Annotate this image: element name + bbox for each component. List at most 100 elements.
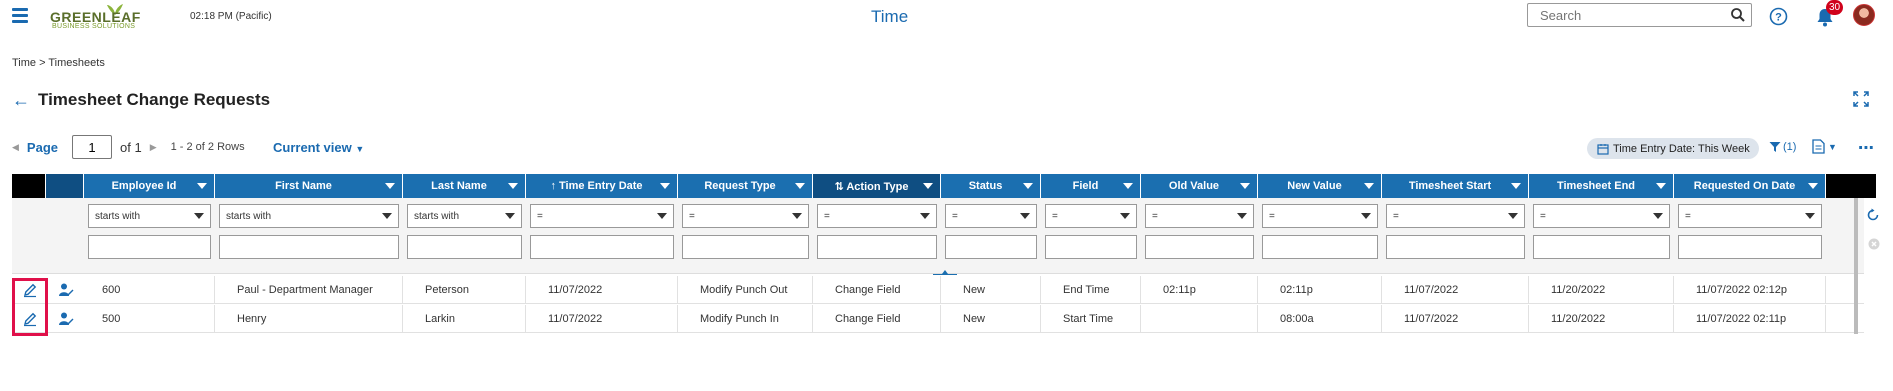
column-menu-icon[interactable] bbox=[1364, 183, 1374, 189]
filter-value-input[interactable] bbox=[682, 235, 809, 259]
page-count: of 1 bbox=[120, 139, 142, 155]
column-menu-icon[interactable] bbox=[508, 183, 518, 189]
filter-value-input[interactable] bbox=[1386, 235, 1525, 259]
column-header[interactable]: First Name bbox=[215, 174, 403, 198]
reset-filters-icon[interactable] bbox=[1866, 208, 1880, 222]
export-menu[interactable]: ▼ bbox=[1812, 139, 1837, 154]
filter-operator-select[interactable]: = bbox=[682, 204, 809, 228]
chevron-down-icon bbox=[382, 213, 392, 219]
column-menu-icon[interactable] bbox=[1023, 183, 1033, 189]
search-icon[interactable] bbox=[1730, 7, 1746, 23]
breadcrumb[interactable]: Time > Timesheets bbox=[12, 57, 105, 69]
current-view-dropdown[interactable]: Current view ▼ bbox=[273, 140, 364, 155]
filter-operator-select[interactable]: = bbox=[1145, 204, 1254, 228]
table-cell: Start Time bbox=[1041, 305, 1141, 333]
clear-filters-icon[interactable] bbox=[1868, 238, 1880, 250]
search-input[interactable] bbox=[1540, 5, 1730, 25]
employee-profile-icon[interactable] bbox=[58, 282, 74, 298]
table-row[interactable]: 600 Paul - Department Manager Peterson 11/0… bbox=[12, 276, 1864, 304]
change-requests-grid: Employee Id First Name Last Name ↑ Time Ent… bbox=[12, 174, 1880, 334]
column-header[interactable]: Employee Id bbox=[84, 174, 215, 198]
column-header[interactable]: New Value bbox=[1258, 174, 1382, 198]
table-cell: Modify Punch In bbox=[678, 305, 813, 333]
filter-value-input[interactable] bbox=[945, 235, 1037, 259]
chevron-down-icon bbox=[1361, 213, 1371, 219]
filter-value-input[interactable] bbox=[219, 235, 399, 259]
column-menu-icon[interactable] bbox=[1511, 183, 1521, 189]
table-cell: 11/20/2022 bbox=[1529, 276, 1674, 304]
table-cell: 600 bbox=[84, 276, 215, 304]
column-header[interactable]: Timesheet End bbox=[1529, 174, 1674, 198]
vertical-scrollbar[interactable] bbox=[1854, 198, 1858, 334]
filter-value-input[interactable] bbox=[1678, 235, 1822, 259]
page-heading: ← Timesheet Change Requests bbox=[12, 89, 270, 111]
column-header-label: Employee Id bbox=[111, 180, 177, 192]
filter-value-input[interactable] bbox=[1145, 235, 1254, 259]
filter-value-input[interactable] bbox=[1045, 235, 1137, 259]
column-menu-icon[interactable] bbox=[385, 183, 395, 189]
filter-value-input[interactable] bbox=[1533, 235, 1670, 259]
pager: ◀ Page of 1 ▶ 1 - 2 of 2 Rows bbox=[12, 135, 245, 159]
filter-value-input[interactable] bbox=[530, 235, 674, 259]
column-header[interactable]: ↑ Time Entry Date bbox=[526, 174, 678, 198]
column-header[interactable]: Field bbox=[1041, 174, 1141, 198]
employee-profile-icon[interactable] bbox=[58, 311, 74, 327]
column-menu-icon[interactable] bbox=[1123, 183, 1133, 189]
filter-value-input[interactable] bbox=[88, 235, 211, 259]
filter-operator-select[interactable]: = bbox=[1045, 204, 1137, 228]
filter-value-input[interactable] bbox=[407, 235, 522, 259]
filter-value-input[interactable] bbox=[1262, 235, 1378, 259]
column-menu-icon[interactable] bbox=[660, 183, 670, 189]
filter-chip[interactable]: Time Entry Date: This Week bbox=[1587, 138, 1759, 159]
column-header[interactable]: ⇅ Action Type bbox=[813, 174, 941, 198]
filter-operator-select[interactable]: = bbox=[817, 204, 937, 228]
fullscreen-icon[interactable] bbox=[1852, 90, 1870, 108]
table-cell: 500 bbox=[84, 305, 215, 333]
scroll-up-indicator[interactable] bbox=[933, 269, 957, 275]
filter-operator-select[interactable]: = bbox=[945, 204, 1037, 228]
more-options-icon[interactable]: ⋯ bbox=[1858, 138, 1875, 158]
filter-operator-label: = bbox=[1540, 210, 1546, 222]
filter-operator-select[interactable]: starts with bbox=[407, 204, 522, 228]
column-header[interactable]: Requested On Date bbox=[1674, 174, 1826, 198]
column-header-label: Timesheet Start bbox=[1408, 180, 1492, 192]
page-number-input[interactable] bbox=[72, 135, 112, 159]
filter-operator-label: = bbox=[1393, 210, 1399, 222]
filter-operator-select[interactable]: = bbox=[1533, 204, 1670, 228]
filter-operator-select[interactable]: = bbox=[1262, 204, 1378, 228]
table-row[interactable]: 500 Henry Larkin 11/07/2022 Modify Punch In C… bbox=[12, 305, 1864, 333]
chevron-down-icon bbox=[1653, 213, 1663, 219]
filter-operator-select[interactable]: starts with bbox=[88, 204, 211, 228]
back-arrow-icon[interactable]: ← bbox=[12, 90, 30, 111]
filter-operator-select[interactable]: = bbox=[530, 204, 674, 228]
filter-operator-select[interactable]: = bbox=[1386, 204, 1525, 228]
column-header[interactable]: Timesheet Start bbox=[1382, 174, 1529, 198]
column-header[interactable]: Last Name bbox=[403, 174, 526, 198]
column-menu-icon[interactable] bbox=[795, 183, 805, 189]
svg-text:?: ? bbox=[1775, 12, 1782, 24]
column-menu-icon[interactable] bbox=[1808, 183, 1818, 189]
column-menu-icon[interactable] bbox=[197, 183, 207, 189]
search-box[interactable] bbox=[1527, 3, 1752, 27]
column-menu-icon[interactable] bbox=[1656, 183, 1666, 189]
table-cell: Larkin bbox=[403, 305, 526, 333]
column-menu-icon[interactable] bbox=[923, 183, 933, 189]
filter-value-input[interactable] bbox=[817, 235, 937, 259]
next-page-icon[interactable]: ▶ bbox=[150, 142, 157, 153]
filter-operator-select[interactable]: = bbox=[1678, 204, 1822, 228]
help-icon[interactable]: ? bbox=[1769, 7, 1788, 26]
filter-operator-select[interactable]: starts with bbox=[219, 204, 399, 228]
column-header[interactable]: Request Type bbox=[678, 174, 813, 198]
filter-operator-label: = bbox=[537, 210, 543, 222]
prev-page-icon[interactable]: ◀ bbox=[12, 142, 19, 153]
user-avatar[interactable] bbox=[1853, 4, 1875, 26]
filter-indicator[interactable]: (1) bbox=[1769, 141, 1796, 153]
column-header[interactable]: Old Value bbox=[1141, 174, 1258, 198]
column-header[interactable]: Status bbox=[941, 174, 1041, 198]
hamburger-menu-icon[interactable] bbox=[12, 8, 28, 24]
table-cell: 02:11p bbox=[1141, 276, 1258, 304]
column-header-label: ↑ Time Entry Date bbox=[550, 180, 643, 192]
table-cell: Henry bbox=[215, 305, 403, 333]
company-logo[interactable]: GREENLEAF BUSINESS SOLUTIONS bbox=[50, 3, 155, 31]
column-menu-icon[interactable] bbox=[1240, 183, 1250, 189]
